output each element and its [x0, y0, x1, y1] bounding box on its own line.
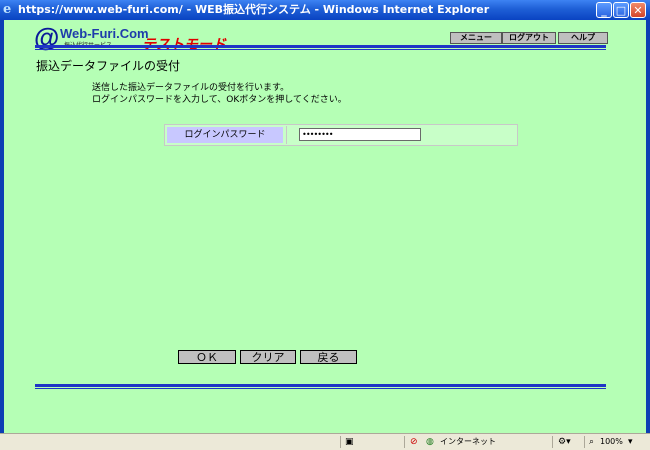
- clear-button[interactable]: クリア: [240, 350, 296, 364]
- help-button[interactable]: ヘルプ: [558, 32, 608, 44]
- header-rule: [35, 45, 606, 48]
- password-form: ログインパスワード ••••••••: [164, 124, 518, 146]
- logout-button[interactable]: ログアウト: [502, 32, 556, 44]
- instruction-line-2: ログインパスワードを入力して、OKボタンを押してください。: [92, 95, 347, 105]
- password-label: ログインパスワード: [167, 127, 283, 143]
- page-icon: ▣: [345, 437, 354, 447]
- zone-label: インターネット: [440, 437, 496, 446]
- minimize-button[interactable]: _: [596, 2, 612, 18]
- header-rule-thin: [35, 49, 606, 50]
- close-button[interactable]: ✕: [630, 2, 646, 18]
- footer-rule-thin: [35, 388, 606, 389]
- footer-rule: [35, 384, 606, 387]
- ok-button[interactable]: ＯＫ: [178, 350, 236, 364]
- back-button[interactable]: 戻る: [300, 350, 357, 364]
- password-cell: ••••••••: [286, 126, 515, 144]
- zoom-dropdown-icon[interactable]: ▾: [628, 437, 633, 448]
- zoom-level[interactable]: 100%: [600, 434, 623, 450]
- window-titlebar: e https://www.web-furi.com/ - WEB振込代行システ…: [0, 0, 650, 20]
- page-title: 振込データファイルの受付: [36, 59, 181, 73]
- status-bar: ▣ ⊘ ◍ インターネット ⚙▾ ⌕ 100% ▾: [0, 433, 650, 450]
- window-title: https://www.web-furi.com/ - WEB振込代行システム …: [18, 3, 490, 16]
- security-icon[interactable]: ⚙▾: [558, 437, 571, 448]
- globe-icon: ◍: [426, 437, 434, 447]
- protected-mode-icon[interactable]: ⊘: [410, 437, 418, 448]
- ie-icon: e: [3, 2, 12, 17]
- maximize-button[interactable]: □: [613, 2, 629, 18]
- password-input[interactable]: ••••••••: [299, 128, 421, 141]
- menu-button[interactable]: メニュー: [450, 32, 502, 44]
- page-content: @ Web-Furi.Com 振込代行サービス テストモード メニュー ログアウ…: [0, 20, 650, 433]
- zoom-icon: ⌕: [589, 437, 595, 447]
- test-mode-label: テストモード: [142, 34, 226, 54]
- logo-text: Web-Furi.Com: [60, 26, 149, 41]
